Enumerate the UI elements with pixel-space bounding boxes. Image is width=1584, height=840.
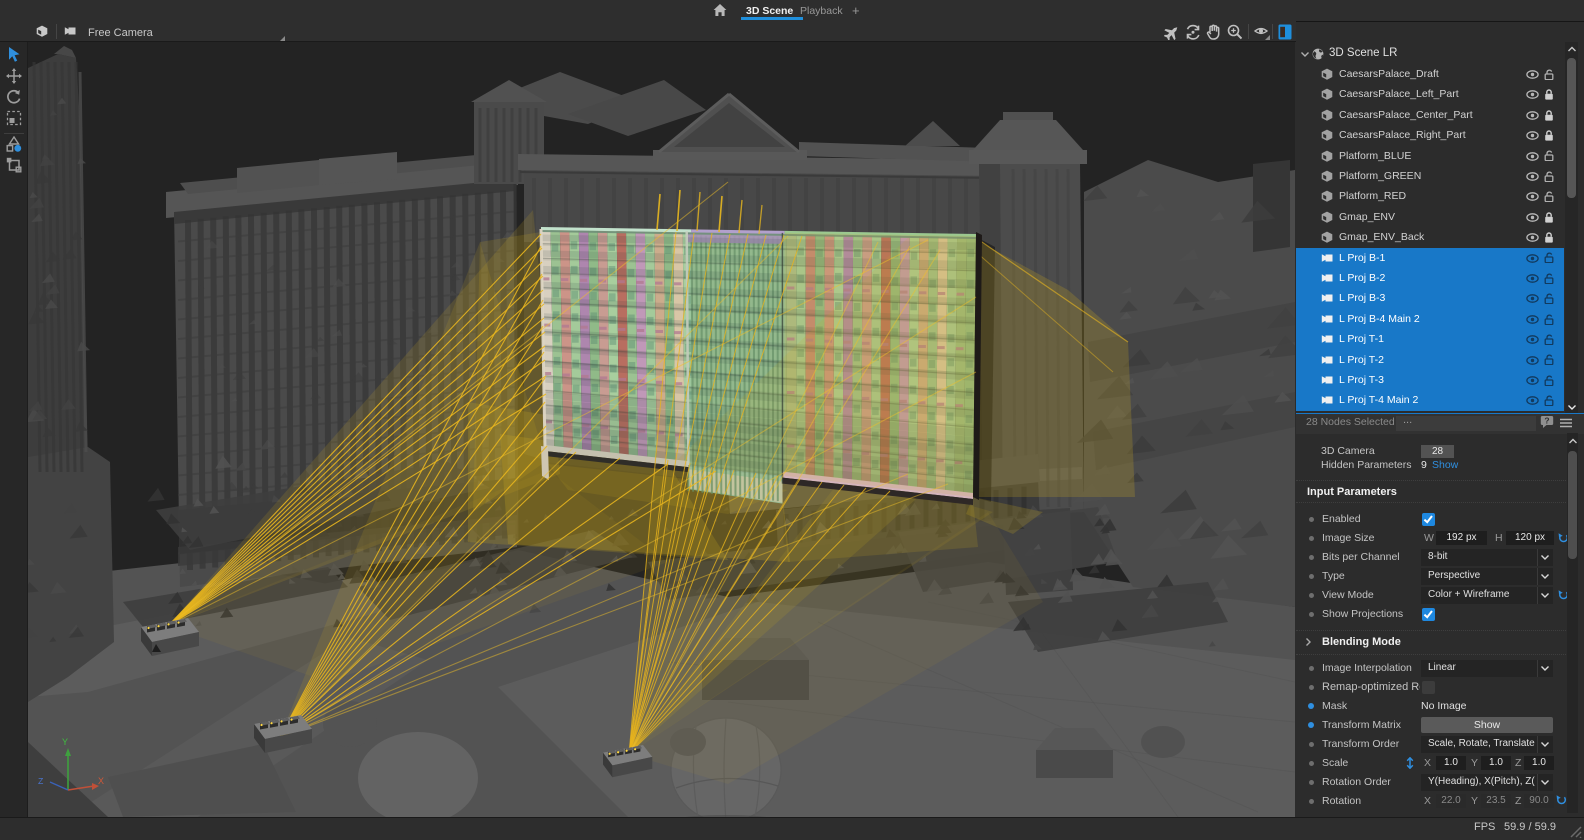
- svg-text:X: X: [98, 776, 104, 786]
- svg-text:Y: Y: [62, 737, 68, 747]
- svg-text:Z: Z: [38, 777, 44, 787]
- svg-text:?: ?: [1544, 416, 1549, 426]
